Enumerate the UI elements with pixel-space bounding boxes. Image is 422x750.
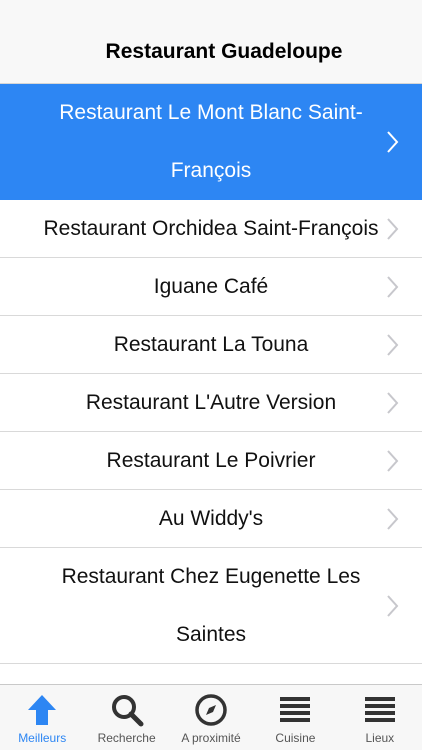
list-item-label: Restaurant Le Mont Blanc Saint-François [59, 100, 363, 182]
chevron-right-icon [387, 507, 399, 530]
chevron-right-icon [387, 333, 399, 356]
chevron-right-icon [387, 449, 399, 472]
list-icon [280, 697, 311, 722]
list-item-label: Restaurant Orchidea Saint-François [43, 216, 379, 240]
chevron-right-icon [387, 130, 399, 153]
list-item-label: Restaurant La Touna [113, 332, 309, 356]
tab-meilleurs[interactable]: Meilleurs [0, 685, 84, 750]
tab-a-proximite[interactable]: A proximité [169, 685, 253, 750]
list-item[interactable]: Restaurant La Touna [0, 316, 422, 374]
tab-label: A proximité [181, 731, 241, 745]
list-item-partial[interactable] [0, 664, 422, 684]
list-item[interactable]: Restaurant Le Mont Blanc Saint-François [0, 84, 422, 200]
tab-recherche[interactable]: Recherche [84, 685, 168, 750]
list-item[interactable]: Restaurant L'Autre Version [0, 374, 422, 432]
list-item-label: Restaurant Chez Eugenette Les Saintes [61, 564, 361, 646]
chevron-right-icon [387, 391, 399, 414]
chevron-right-icon [387, 275, 399, 298]
list-item-label: Iguane Café [153, 274, 269, 298]
list-item-label: Au Widdy's [158, 506, 264, 530]
tab-label: Meilleurs [18, 731, 67, 745]
compass-icon [195, 694, 227, 726]
tab-cuisine[interactable]: Cuisine [253, 685, 337, 750]
list-item-label: Restaurant L'Autre Version [85, 390, 337, 414]
list-icon [364, 697, 395, 722]
page-title: Restaurant Guadeloupe [105, 40, 343, 63]
list-item[interactable]: Restaurant Le Poivrier [0, 432, 422, 490]
navigation-bar: Restaurant Guadeloupe [0, 0, 422, 84]
tab-label: Cuisine [275, 731, 316, 745]
list-item[interactable]: Iguane Café [0, 258, 422, 316]
tab-lieux[interactable]: Lieux [338, 685, 422, 750]
arrow-up-icon [28, 695, 57, 725]
tab-label: Lieux [365, 731, 395, 745]
list-item-label: Restaurant Le Poivrier [106, 448, 316, 472]
list-item[interactable]: Au Widdy's [0, 490, 422, 548]
chevron-right-icon [387, 217, 399, 240]
list-item[interactable]: Restaurant Chez Eugenette Les Saintes [0, 548, 422, 664]
restaurant-list[interactable]: Restaurant Le Mont Blanc Saint-François … [0, 84, 422, 684]
tab-bar: Meilleurs Recherche A proximité Cuisine [0, 684, 422, 750]
tab-label: Recherche [97, 731, 156, 745]
list-item[interactable]: Restaurant Orchidea Saint-François [0, 200, 422, 258]
search-icon [111, 695, 144, 727]
chevron-right-icon [387, 594, 399, 617]
